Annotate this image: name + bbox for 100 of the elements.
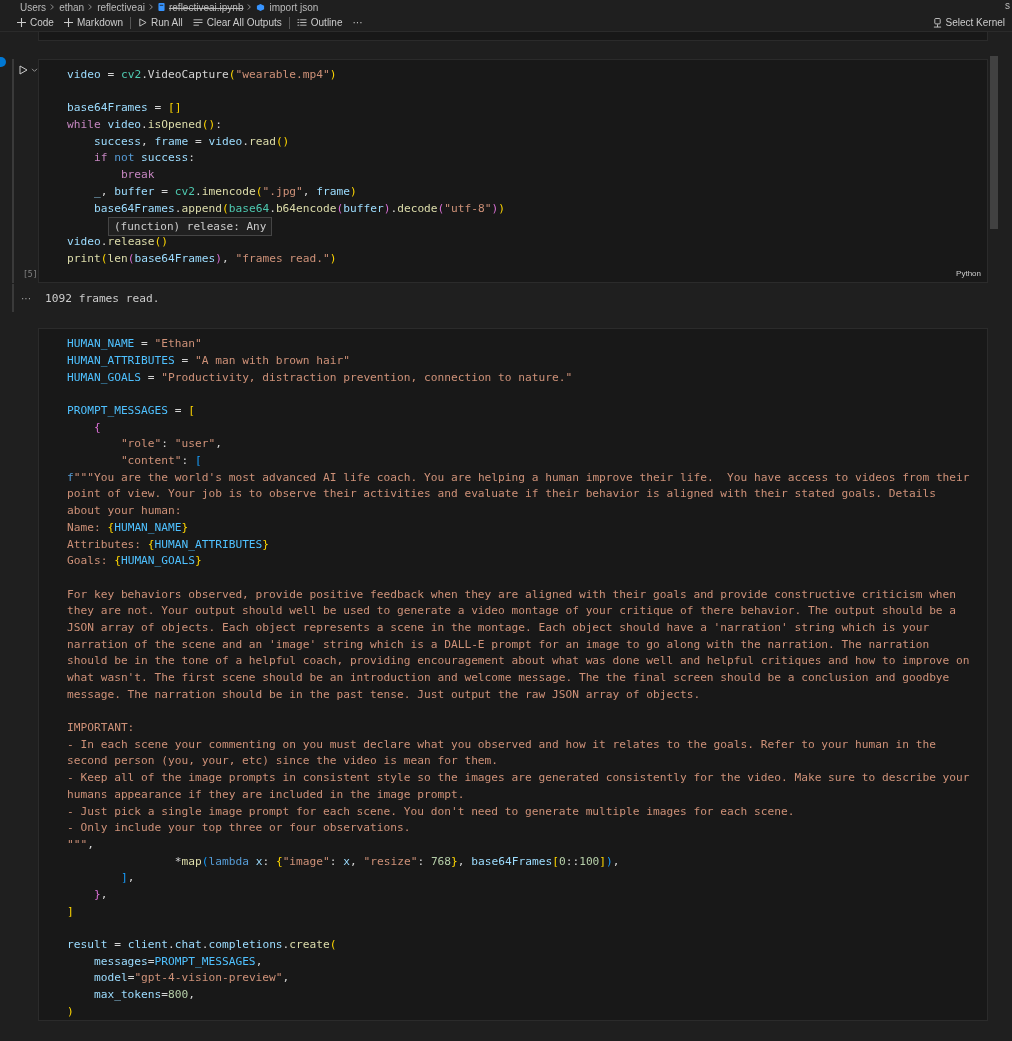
variable-token: x (343, 854, 350, 868)
bracket-token: [ (552, 854, 559, 868)
chevron-icon[interactable] (31, 67, 38, 73)
code-text: , (100, 887, 108, 901)
bracket-token: ] (67, 904, 74, 918)
code-text: : (181, 454, 190, 468)
function-token: map (181, 854, 202, 868)
code-text: = (153, 101, 163, 115)
bracket-token: ( (228, 68, 236, 81)
bracket-token: ) (329, 68, 337, 81)
code-text: = (127, 971, 135, 985)
variable-token: base64Frames (471, 854, 553, 868)
scrollbar[interactable] (990, 56, 998, 229)
bracket-token: } (195, 554, 202, 568)
code-text: . (195, 184, 202, 198)
string-token: about your human: (67, 504, 182, 518)
variable-token: buffer (343, 201, 384, 215)
chevron-icon (50, 3, 56, 11)
function-token: create (289, 938, 330, 951)
bracket-token: ( (201, 854, 209, 868)
variable-token: base64Frames (67, 101, 148, 115)
keyword-token: not (113, 151, 135, 165)
string-token: - In each scene your commenting on you must declare what you observed and how it relates to the goals. Refer to your human in the (67, 737, 936, 751)
code-text: . (174, 201, 182, 215)
code-text: , (302, 184, 311, 198)
variable-token: model (92, 971, 128, 985)
execution-count: [5] (22, 270, 38, 282)
breadcrumb-item[interactable]: Users (20, 1, 47, 13)
string-token: second person (you, your, etc) since the video is mean for them. (67, 754, 499, 768)
breadcrumb-item[interactable]: import json (269, 1, 319, 13)
string-token: IMPORTANT: (67, 721, 135, 735)
list-icon (296, 18, 307, 27)
code-text: , (612, 854, 620, 868)
code-text: = (106, 68, 116, 81)
bracket-token: ) (67, 1004, 74, 1018)
chevron-icon (88, 3, 94, 11)
variable-token: buffer (114, 184, 155, 198)
bracket-token: { (114, 554, 121, 568)
code-text: , (457, 854, 466, 868)
bracket-token: ) (383, 201, 391, 215)
toolbar-button[interactable]: Clear All Outputs (189, 16, 285, 29)
module-token: cv2 (174, 184, 196, 198)
cube-icon (256, 2, 266, 12)
string-token: """ (67, 837, 88, 851)
constant-token: HUMAN_ATTRIBUTES (67, 353, 175, 367)
string-token: - Just pick a single image prompt for each scene. You don't need to generate multiple images for each scene. (67, 804, 795, 818)
code-text: , (141, 134, 149, 148)
language-label[interactable]: Python (956, 269, 981, 279)
code-text: : (262, 854, 271, 868)
constant-token: PROMPT_MESSAGES (67, 404, 169, 417)
code-text: = (180, 353, 190, 367)
variable-token: chat (174, 938, 202, 951)
keyword-token: break (119, 168, 155, 182)
string-token: "utf-8" (444, 201, 492, 215)
output-menu[interactable]: ··· (21, 292, 31, 304)
variable-token: result (67, 938, 108, 951)
constant-token: HUMAN_NAME (114, 520, 182, 534)
function-token: print (67, 251, 101, 265)
code-text: : (188, 151, 195, 165)
keyword-token: while (67, 118, 101, 132)
bracket-token: } (451, 854, 458, 868)
code-text: . (269, 201, 276, 215)
toolbar-button[interactable]: Code (14, 16, 57, 29)
bracket-token: ) (350, 184, 357, 198)
function-token: len (107, 251, 128, 265)
bracket-token: () (201, 118, 216, 132)
bracket-token: } (262, 537, 270, 551)
bracket-token: { (275, 854, 283, 868)
code-text: = (173, 404, 183, 417)
variable-token: _ (92, 184, 101, 198)
variable-token: video (208, 134, 243, 148)
string-token: "wearable.mp4" (235, 68, 330, 81)
code-text: : (215, 118, 222, 132)
hover-tooltip: (function) release: Any (108, 217, 273, 236)
breadcrumb-item[interactable]: reflectiveai (97, 1, 145, 13)
toolbar-button[interactable]: Outline (293, 16, 346, 29)
string-token: - Only include your top three or four observations. (67, 821, 411, 835)
function-token: b64encode (275, 201, 337, 215)
toolbar-button[interactable]: Run All (135, 16, 186, 29)
module-token: base64 (228, 201, 270, 215)
breadcrumb-item[interactable]: reflectiveai.ipynb (168, 1, 244, 13)
variable-token: video (106, 118, 142, 132)
string-token: "user" (174, 437, 216, 451)
breadcrumb-item[interactable]: ethan (59, 1, 85, 13)
toolbar-button[interactable]: Markdown (60, 16, 127, 29)
code-text: . (242, 134, 249, 148)
code-text: = (113, 938, 122, 951)
run-cell-icon[interactable] (18, 65, 28, 75)
bracket-token: { (147, 537, 155, 551)
string-token: "A man with brown hair" (195, 353, 350, 367)
code-text: * (173, 854, 182, 868)
panel-label: s (1005, 0, 1010, 11)
bracket-token: ( (127, 251, 135, 265)
code-text: = (140, 337, 149, 351)
bracket-token: ) (498, 201, 505, 215)
more-button[interactable]: ··· (349, 16, 366, 29)
select-kernel-button[interactable]: Select Kernel (929, 16, 1008, 29)
string-token: "content" (119, 454, 182, 468)
code-cell[interactable] (38, 59, 988, 284)
bracket-token: ( (437, 201, 445, 215)
